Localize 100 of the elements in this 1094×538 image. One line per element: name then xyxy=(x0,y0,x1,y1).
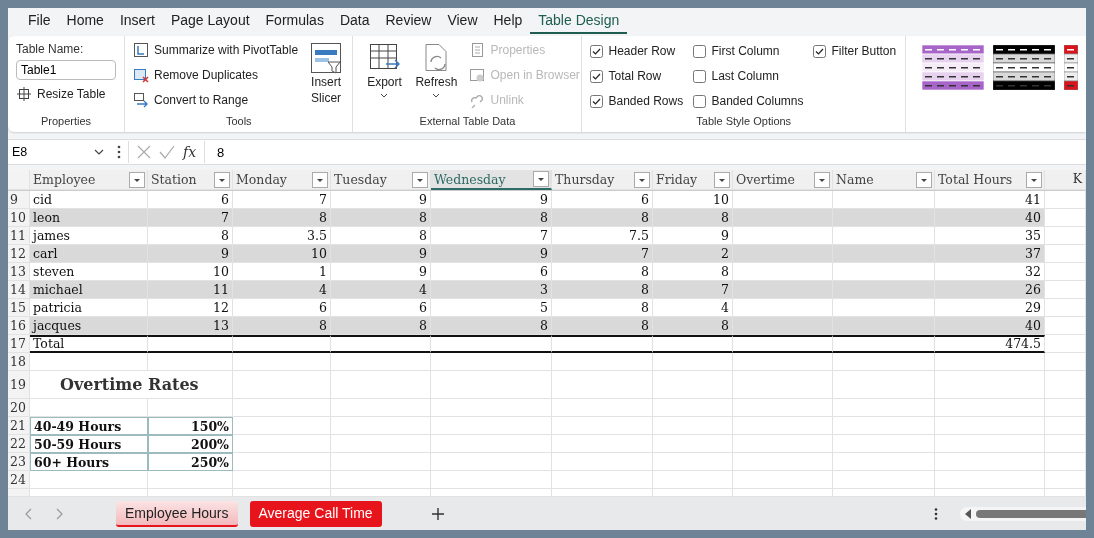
previous-sheet-icon[interactable] xyxy=(25,507,33,520)
ribbon-tab[interactable]: Review xyxy=(377,9,440,34)
filter-button[interactable] xyxy=(1026,171,1042,188)
remove-duplicates-icon xyxy=(133,67,149,83)
table-cell: 3 xyxy=(431,281,552,299)
checkbox[interactable] xyxy=(693,44,707,58)
scroll-left-icon[interactable] xyxy=(963,508,972,519)
column-header: Monday xyxy=(233,170,331,190)
filter-button[interactable] xyxy=(634,171,650,188)
table-cell: 8 xyxy=(653,317,733,335)
column-header: Station xyxy=(148,170,233,190)
insert-function-button[interactable]: fx xyxy=(183,144,197,160)
ribbon-tab[interactable]: View xyxy=(439,9,486,34)
column-header: Friday xyxy=(653,170,733,190)
column-header: K xyxy=(1045,170,1086,190)
table-cell: Total xyxy=(30,335,148,353)
ribbon-tab[interactable]: Table Design xyxy=(530,9,628,34)
ribbon-tab[interactable]: Insert xyxy=(111,9,163,34)
row-number: 18 xyxy=(8,353,30,371)
sheet-tab[interactable]: Average Call Time xyxy=(249,500,382,527)
checkbox[interactable] xyxy=(813,44,827,58)
scrollbar-thumb[interactable] xyxy=(975,509,1086,518)
column-header: Total Hours xyxy=(935,170,1045,190)
checkbox[interactable] xyxy=(590,69,604,83)
table-cell: 7 xyxy=(653,281,733,299)
filter-button[interactable] xyxy=(129,171,145,188)
table-cell xyxy=(1045,299,1086,317)
table-cell: 9 xyxy=(431,245,552,263)
more-icon xyxy=(117,145,121,159)
add-sheet-icon[interactable] xyxy=(431,507,444,520)
checkbox[interactable] xyxy=(590,44,604,58)
filter-button[interactable] xyxy=(412,171,428,188)
table-cell: 60+ Hours xyxy=(30,453,148,471)
ribbon-button[interactable]: Refresh xyxy=(413,40,460,115)
ribbon-tab[interactable]: Page Layout xyxy=(162,9,258,34)
table-cell: 8 xyxy=(431,209,552,227)
row-number: 16 xyxy=(8,317,30,335)
table-cell xyxy=(1045,281,1086,299)
table-cell: 200% xyxy=(148,435,233,453)
ribbon-button[interactable]: Summarize with PivotTable xyxy=(133,41,299,59)
table-cell xyxy=(1045,353,1086,371)
filter-button[interactable] xyxy=(814,171,830,188)
table-style-icon[interactable] xyxy=(922,45,984,90)
ribbon-tab[interactable]: Help xyxy=(485,9,531,34)
ribbon-tab[interactable]: Home xyxy=(58,9,112,34)
table-cell xyxy=(1045,263,1086,281)
row-number: 13 xyxy=(8,263,30,281)
ribbon-tab[interactable]: Formulas xyxy=(257,9,332,34)
filter-button[interactable] xyxy=(916,171,932,188)
table-cell xyxy=(1045,209,1086,227)
table-cell: jacques xyxy=(30,317,148,335)
row-number: 24 xyxy=(8,471,30,489)
caret-icon xyxy=(94,149,104,155)
table-cell xyxy=(1045,435,1086,453)
ribbon-button[interactable]: Insert Slicer xyxy=(308,40,345,115)
table-cell xyxy=(1045,471,1086,489)
checkbox-label: Header Row xyxy=(608,44,676,58)
row-number: 11 xyxy=(8,227,30,245)
group-label: Properties xyxy=(39,115,93,129)
ribbon-tab[interactable]: Data xyxy=(331,9,378,34)
table-cell xyxy=(1045,417,1086,435)
row-number: 21 xyxy=(8,417,30,435)
checkbox[interactable] xyxy=(693,94,707,108)
formula-field[interactable]: 8 xyxy=(209,144,1086,160)
more-icon[interactable] xyxy=(933,507,938,520)
table-style-icon[interactable] xyxy=(1064,45,1078,90)
row-number: 19 xyxy=(8,371,30,399)
section-title: Overtime Rates xyxy=(30,371,233,399)
column-header: Overtime xyxy=(733,170,833,190)
name-box[interactable]: E8 xyxy=(8,141,110,163)
filter-button[interactable] xyxy=(214,171,230,188)
table-cell: 8 xyxy=(552,281,653,299)
ribbon-button[interactable]: Export xyxy=(361,40,408,115)
checkbox[interactable] xyxy=(693,69,707,83)
ribbon-button[interactable]: Convert to Range xyxy=(133,91,299,109)
checkbox[interactable] xyxy=(590,94,604,108)
ribbon-button[interactable]: Remove Duplicates xyxy=(133,66,299,84)
sheet-tab[interactable]: Employee Hours xyxy=(116,500,238,527)
table-cell: 13 xyxy=(148,317,233,335)
filter-button[interactable] xyxy=(714,171,730,188)
filter-button[interactable] xyxy=(312,171,328,188)
row-number: 12 xyxy=(8,245,30,263)
filter-button[interactable] xyxy=(533,171,549,187)
table-cell: 8 xyxy=(233,209,331,227)
column-header: Employee xyxy=(30,170,148,190)
row-number: 17 xyxy=(8,335,30,353)
row-number: 23 xyxy=(8,453,30,471)
table-name-field[interactable]: Table1 xyxy=(16,60,116,80)
slicer-icon xyxy=(310,42,343,74)
checkbox-label: Banded Columns xyxy=(711,94,804,108)
resize-icon xyxy=(16,86,32,102)
ribbon-tab[interactable]: File xyxy=(20,9,59,34)
table-cell: michael xyxy=(30,281,148,299)
table-cell xyxy=(1045,453,1086,471)
table-cell: 2 xyxy=(653,245,733,263)
cancel-icon[interactable] xyxy=(137,145,151,159)
table-style-icon[interactable] xyxy=(993,45,1055,90)
next-sheet-icon[interactable] xyxy=(55,507,63,520)
column-header: Thursday xyxy=(552,170,653,190)
ribbon-button[interactable]: Resize Table xyxy=(16,85,116,103)
